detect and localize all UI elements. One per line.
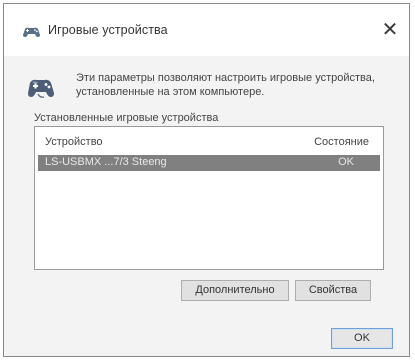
intro-description: Эти параметры позволяют настроить игровы…: [76, 72, 375, 98]
title-bar[interactable]: Игровые устройства ✕: [4, 4, 409, 56]
advanced-button[interactable]: Дополнительно: [181, 280, 289, 301]
gamepad-icon: [26, 76, 56, 100]
close-icon: ✕: [381, 17, 399, 41]
column-header-device[interactable]: Устройство: [45, 136, 103, 148]
game-controllers-dialog: Игровые устройства ✕ Эти параметры позво…: [3, 3, 410, 357]
column-header-status[interactable]: Состояние: [314, 136, 369, 148]
close-button[interactable]: ✕: [377, 16, 403, 42]
gamepad-icon: [22, 25, 41, 37]
installed-devices-label: Установленные игровые устройства: [34, 112, 219, 124]
device-name: LS-USBMX ...7/3 Steeng: [45, 156, 167, 168]
properties-button[interactable]: Свойства: [295, 280, 371, 301]
list-header: Устройство Состояние: [35, 127, 383, 153]
device-row[interactable]: LS-USBMX ...7/3 Steeng OK: [38, 155, 380, 171]
devices-list[interactable]: Устройство Состояние LS-USBMX ...7/3 Ste…: [34, 126, 384, 270]
ok-button[interactable]: OK: [331, 328, 393, 349]
device-status: OK: [338, 156, 354, 168]
window-title: Игровые устройства: [48, 23, 168, 37]
